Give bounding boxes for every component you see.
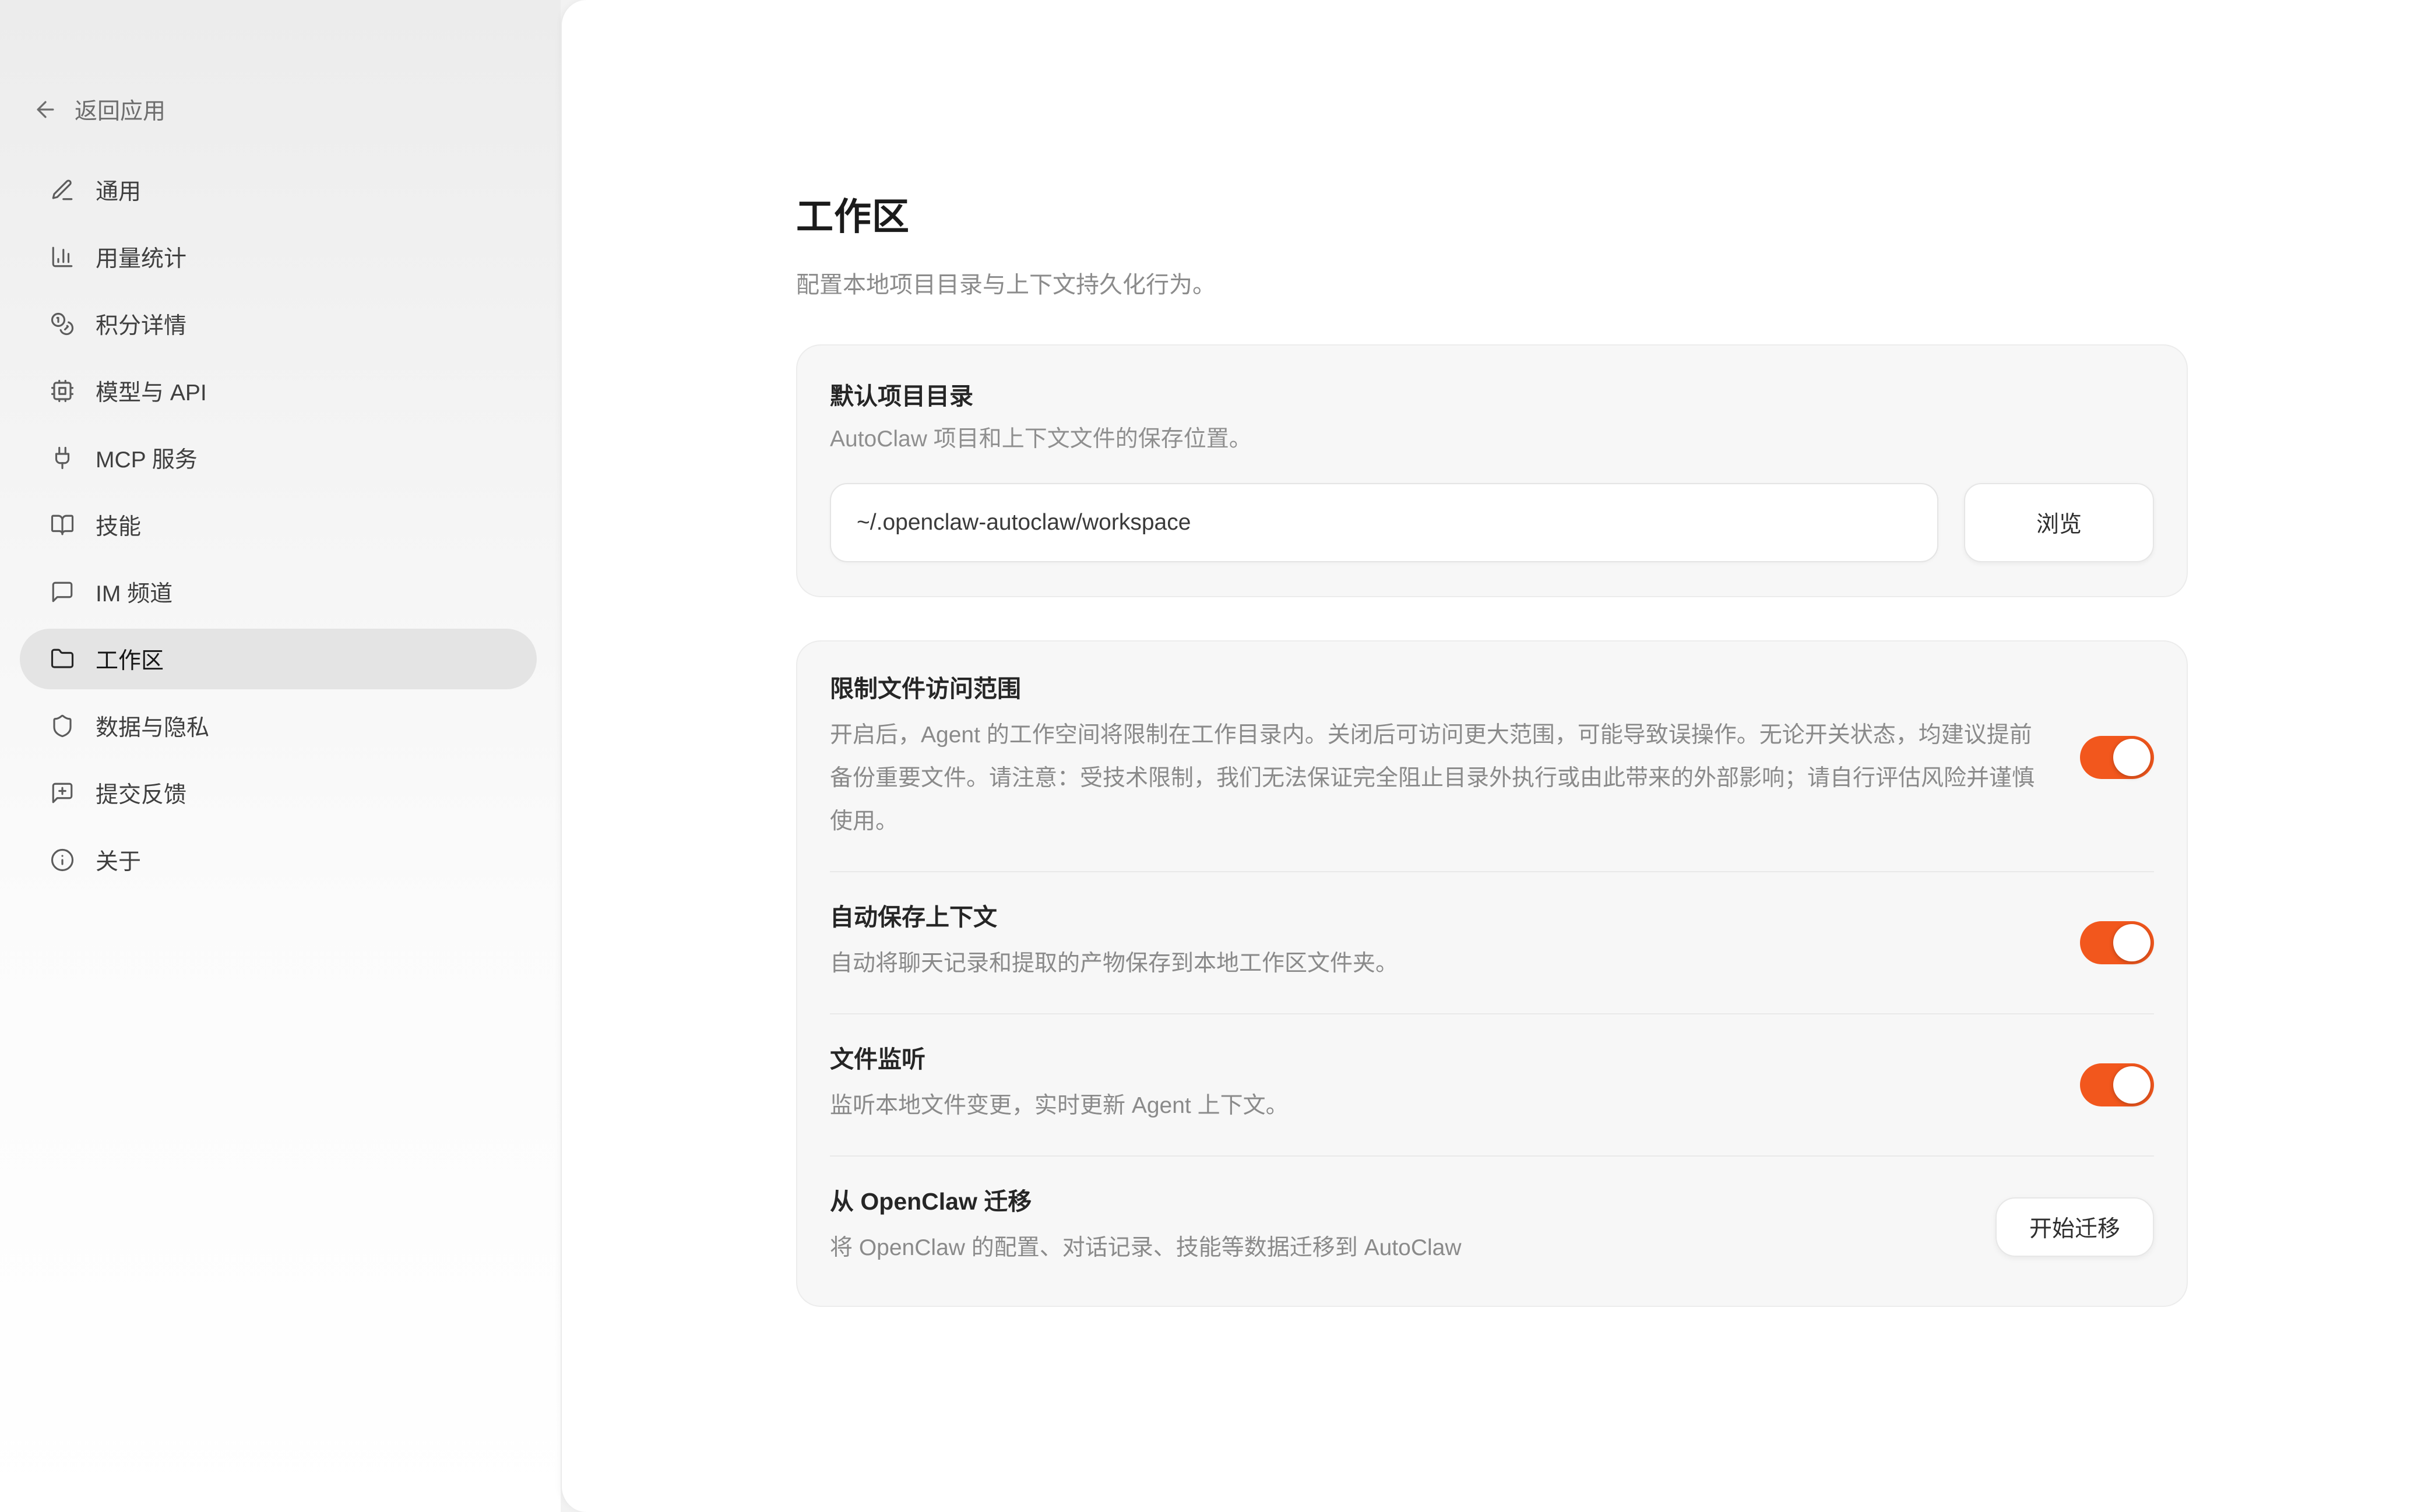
sidebar-nav: 通用 用量统计 积分详情 模型与 API MCP 服务 技能 <box>20 160 537 897</box>
sidebar-item-data-privacy[interactable]: 数据与隐私 <box>20 696 537 756</box>
info-icon <box>50 848 75 872</box>
sidebar-item-im-channels[interactable]: IM 频道 <box>20 562 537 622</box>
sidebar-item-skills[interactable]: 技能 <box>20 495 537 555</box>
browse-button[interactable]: 浏览 <box>1964 483 2154 562</box>
toggle-knob <box>2113 924 2151 961</box>
setting-title: 从 OpenClaw 迁移 <box>830 1185 1961 1218</box>
shield-icon <box>50 714 75 738</box>
restrict-file-access-toggle[interactable] <box>2080 736 2154 779</box>
feedback-icon <box>50 781 75 805</box>
project-directory-input[interactable]: ~/.openclaw-autoclaw/workspace <box>830 483 1938 562</box>
pencil-icon <box>50 178 75 202</box>
sidebar-item-label: IM 频道 <box>96 576 173 608</box>
setting-row-restrict-file-access: 限制文件访问范围 开启后，Agent 的工作空间将限制在工作目录内。关闭后可访问… <box>830 642 2154 871</box>
start-migration-button[interactable]: 开始迁移 <box>1995 1197 2154 1257</box>
folder-icon <box>50 647 75 671</box>
sidebar-item-label: 数据与隐私 <box>96 710 209 742</box>
sidebar-item-label: 提交反馈 <box>96 777 186 809</box>
setting-row-auto-save-context: 自动保存上下文 自动将聊天记录和提取的产物保存到本地工作区文件夹。 <box>830 871 2154 1013</box>
sidebar-item-usage-stats[interactable]: 用量统计 <box>20 227 537 287</box>
bar-chart-icon <box>50 245 75 269</box>
back-to-app-button[interactable]: 返回应用 <box>33 87 166 132</box>
setting-description: 开启后，Agent 的工作空间将限制在工作目录内。关闭后可访问更大范围，可能导致… <box>830 714 2045 843</box>
back-to-app-label: 返回应用 <box>75 93 166 126</box>
page-title: 工作区 <box>796 195 2188 238</box>
directory-card-title: 默认项目目录 <box>830 379 2154 413</box>
setting-row-file-watch: 文件监听 监听本地文件变更，实时更新 Agent 上下文。 <box>830 1013 2154 1155</box>
chip-icon <box>50 379 75 403</box>
directory-card-description: AutoClaw 项目和上下文文件的保存位置。 <box>830 422 2154 456</box>
auto-save-context-toggle[interactable] <box>2080 921 2154 964</box>
setting-description: 监听本地文件变更，实时更新 Agent 上下文。 <box>830 1084 2045 1127</box>
sidebar-item-mcp-services[interactable]: MCP 服务 <box>20 428 537 488</box>
arrow-left-icon <box>33 97 58 122</box>
sidebar-item-label: 关于 <box>96 844 141 876</box>
plug-icon <box>50 446 75 470</box>
sidebar-item-label: 用量统计 <box>96 241 186 273</box>
page-subtitle: 配置本地项目目录与上下文持久化行为。 <box>796 269 2188 301</box>
setting-title: 文件监听 <box>830 1042 2045 1076</box>
setting-description: 自动将聊天记录和提取的产物保存到本地工作区文件夹。 <box>830 942 2045 985</box>
sidebar-item-about[interactable]: 关于 <box>20 830 537 890</box>
settings-screen: 返回应用 通用 用量统计 积分详情 模型与 API MCP 服务 <box>0 0 2425 1512</box>
chat-icon <box>50 580 75 604</box>
setting-title: 限制文件访问范围 <box>830 672 2045 706</box>
settings-sidebar: 返回应用 通用 用量统计 积分详情 模型与 API MCP 服务 <box>0 0 561 1512</box>
file-watch-toggle[interactable] <box>2080 1063 2154 1106</box>
workspace-options-card: 限制文件访问范围 开启后，Agent 的工作空间将限制在工作目录内。关闭后可访问… <box>796 640 2188 1307</box>
sidebar-item-label: 技能 <box>96 509 141 541</box>
sidebar-item-workspace[interactable]: 工作区 <box>20 629 537 689</box>
sidebar-item-models-api[interactable]: 模型与 API <box>20 361 537 421</box>
sidebar-item-label: 模型与 API <box>96 375 207 407</box>
setting-row-migrate-from-openclaw: 从 OpenClaw 迁移 将 OpenClaw 的配置、对话记录、技能等数据迁… <box>830 1155 2154 1306</box>
sidebar-item-label: 积分详情 <box>96 308 186 340</box>
book-icon <box>50 513 75 537</box>
sidebar-item-label: 通用 <box>96 174 141 206</box>
coins-icon <box>50 312 75 336</box>
toggle-knob <box>2113 739 2151 776</box>
sidebar-item-label: MCP 服务 <box>96 442 198 474</box>
setting-title: 自动保存上下文 <box>830 900 2045 934</box>
sidebar-item-feedback[interactable]: 提交反馈 <box>20 763 537 823</box>
setting-description: 将 OpenClaw 的配置、对话记录、技能等数据迁移到 AutoClaw <box>830 1226 1961 1270</box>
toggle-knob <box>2113 1066 2151 1104</box>
sidebar-item-credits[interactable]: 积分详情 <box>20 294 537 354</box>
default-directory-card: 默认项目目录 AutoClaw 项目和上下文文件的保存位置。 ~/.opencl… <box>796 344 2188 597</box>
workspace-settings-panel: 工作区 配置本地项目目录与上下文持久化行为。 默认项目目录 AutoClaw 项… <box>561 0 2425 1512</box>
sidebar-item-label: 工作区 <box>96 643 164 675</box>
sidebar-item-general[interactable]: 通用 <box>20 160 537 220</box>
